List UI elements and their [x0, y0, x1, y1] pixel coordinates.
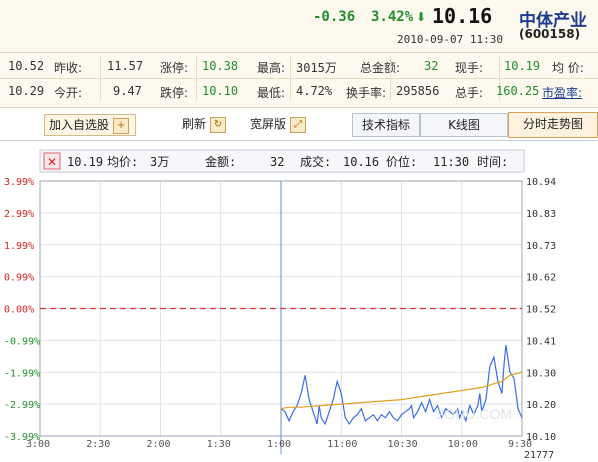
limit-down-label: 跌停:	[160, 86, 189, 100]
y-tick-price: 10.20	[526, 400, 556, 411]
expand-icon: ⤢	[290, 116, 307, 133]
stats-separator	[390, 56, 391, 100]
header-divider	[0, 78, 598, 79]
info-time-label: 时间:	[477, 155, 508, 169]
refresh-label: 刷新	[182, 117, 207, 131]
info-price-label: 价位:	[386, 154, 417, 169]
total-volume-label: 总手:	[455, 86, 484, 100]
info-amount-label: 金额:	[205, 154, 236, 169]
volume-axis-label: 21777	[524, 450, 554, 461]
wide-screen-label: 宽屏版	[250, 117, 287, 131]
tab-intraday[interactable]: 分时走势图	[508, 112, 598, 138]
y-tick-price: 10.41	[526, 336, 556, 347]
y-tick-percent: -2.99%	[4, 400, 40, 411]
change-value: -0.36	[313, 9, 356, 25]
low-value: 10.10	[202, 84, 239, 98]
x-tick-label: 2:30	[86, 439, 110, 450]
x-tick-label: 10:30	[388, 439, 418, 450]
y-tick-percent: -0.99%	[4, 336, 40, 347]
current-hand-value: 32	[424, 59, 439, 73]
info-avg-label: 均价:	[107, 155, 138, 169]
info-avg-value: 10.19	[67, 155, 103, 169]
close-icon[interactable]: ✕	[47, 155, 57, 169]
turnover-label: 换手率:	[346, 86, 387, 100]
y-tick-percent: 1.99%	[4, 241, 34, 252]
pe-ratio-value: 160.25	[496, 84, 540, 98]
stats-separator	[290, 56, 291, 100]
pe-ratio-link[interactable]: 市盈率:	[542, 84, 582, 101]
current-price: 10.16	[432, 4, 493, 28]
open-value: 10.29	[8, 84, 45, 98]
total-amount-value: 3015万	[296, 61, 337, 75]
add-watchlist-label: 加入自选股	[49, 118, 110, 132]
high-label: 最高:	[257, 61, 286, 75]
y-tick-price: 10.83	[526, 209, 556, 220]
add-watchlist-button[interactable]: 加入自选股 +	[44, 114, 137, 136]
total-amount-label: 总金额:	[360, 61, 401, 75]
x-tick-label: 1:00	[267, 439, 291, 450]
down-arrow-icon: ⬇	[416, 10, 427, 24]
y-tick-price: 10.52	[526, 305, 556, 316]
info-deal-label: 成交:	[300, 154, 331, 169]
x-tick-label: 9:30	[508, 439, 532, 450]
hover-info-bar: ✕ 10.19 均价: 3万 金额: 32 成交: 10.16 价位: 11:3…	[39, 149, 525, 173]
info-amount-value: 3万	[150, 155, 169, 169]
tab-kline[interactable]: K线图	[420, 113, 508, 137]
high-value: 10.38	[202, 59, 239, 73]
y-tick-price: 10.62	[526, 273, 556, 284]
watermark: SOHU.COM	[435, 406, 512, 422]
tab-technical-indicators[interactable]: 技术指标	[352, 113, 420, 137]
info-deal-value: 32	[270, 155, 284, 169]
intraday-chart[interactable]: 10.94 3.99% 10.83 2.99% 10.73 1.99% 10.62 0.99%…	[0, 141, 598, 462]
refresh-button[interactable]: 刷新 ↻	[182, 114, 227, 134]
y-tick-percent: 2.99%	[4, 209, 34, 220]
header-divider	[0, 52, 598, 53]
limit-up-value: 11.57	[107, 59, 144, 73]
prev-close-value: 10.52	[8, 59, 45, 73]
quote-datetime: 2010-09-07 11:30	[397, 33, 503, 46]
y-tick-price: 10.94	[526, 177, 556, 188]
open-label: 今开:	[54, 86, 83, 100]
change-percent: 3.42%	[371, 9, 414, 25]
turnover-value: 4.72%	[296, 84, 333, 98]
y-tick-percent: 0.00%	[4, 305, 34, 316]
limit-down-value: 9.47	[113, 84, 142, 98]
y-tick-price: 10.73	[526, 241, 556, 252]
total-volume-value: 295856	[396, 84, 440, 98]
x-tick-label: 1:30	[207, 439, 231, 450]
plus-icon: +	[113, 117, 130, 134]
stats-separator	[196, 56, 197, 100]
x-tick-label: 2:00	[147, 439, 171, 450]
info-price-value: 10.16	[343, 155, 379, 169]
wide-screen-button[interactable]: 宽屏版 ⤢	[250, 114, 307, 134]
x-tick-label: 10:00	[448, 439, 478, 450]
x-tick-label: 3:00	[26, 439, 50, 450]
y-tick-percent: -1.99%	[4, 368, 40, 379]
info-time-value: 11:30	[433, 155, 469, 169]
prev-close-label: 昨收:	[54, 61, 83, 75]
current-hand-label: 现手:	[455, 61, 484, 75]
refresh-icon: ↻	[210, 116, 227, 133]
low-label: 最低:	[257, 86, 286, 100]
avg-price-value: 10.19	[504, 59, 541, 73]
x-tick-label: 11:00	[327, 439, 357, 450]
limit-up-label: 涨停:	[160, 61, 189, 75]
y-tick-percent: 0.99%	[4, 273, 34, 284]
y-tick-percent: 3.99%	[4, 177, 34, 188]
y-tick-price: 10.30	[526, 368, 556, 379]
stats-separator	[100, 56, 101, 100]
avg-price-label: 均 价:	[552, 61, 584, 75]
stock-code: (600158)	[519, 27, 581, 41]
